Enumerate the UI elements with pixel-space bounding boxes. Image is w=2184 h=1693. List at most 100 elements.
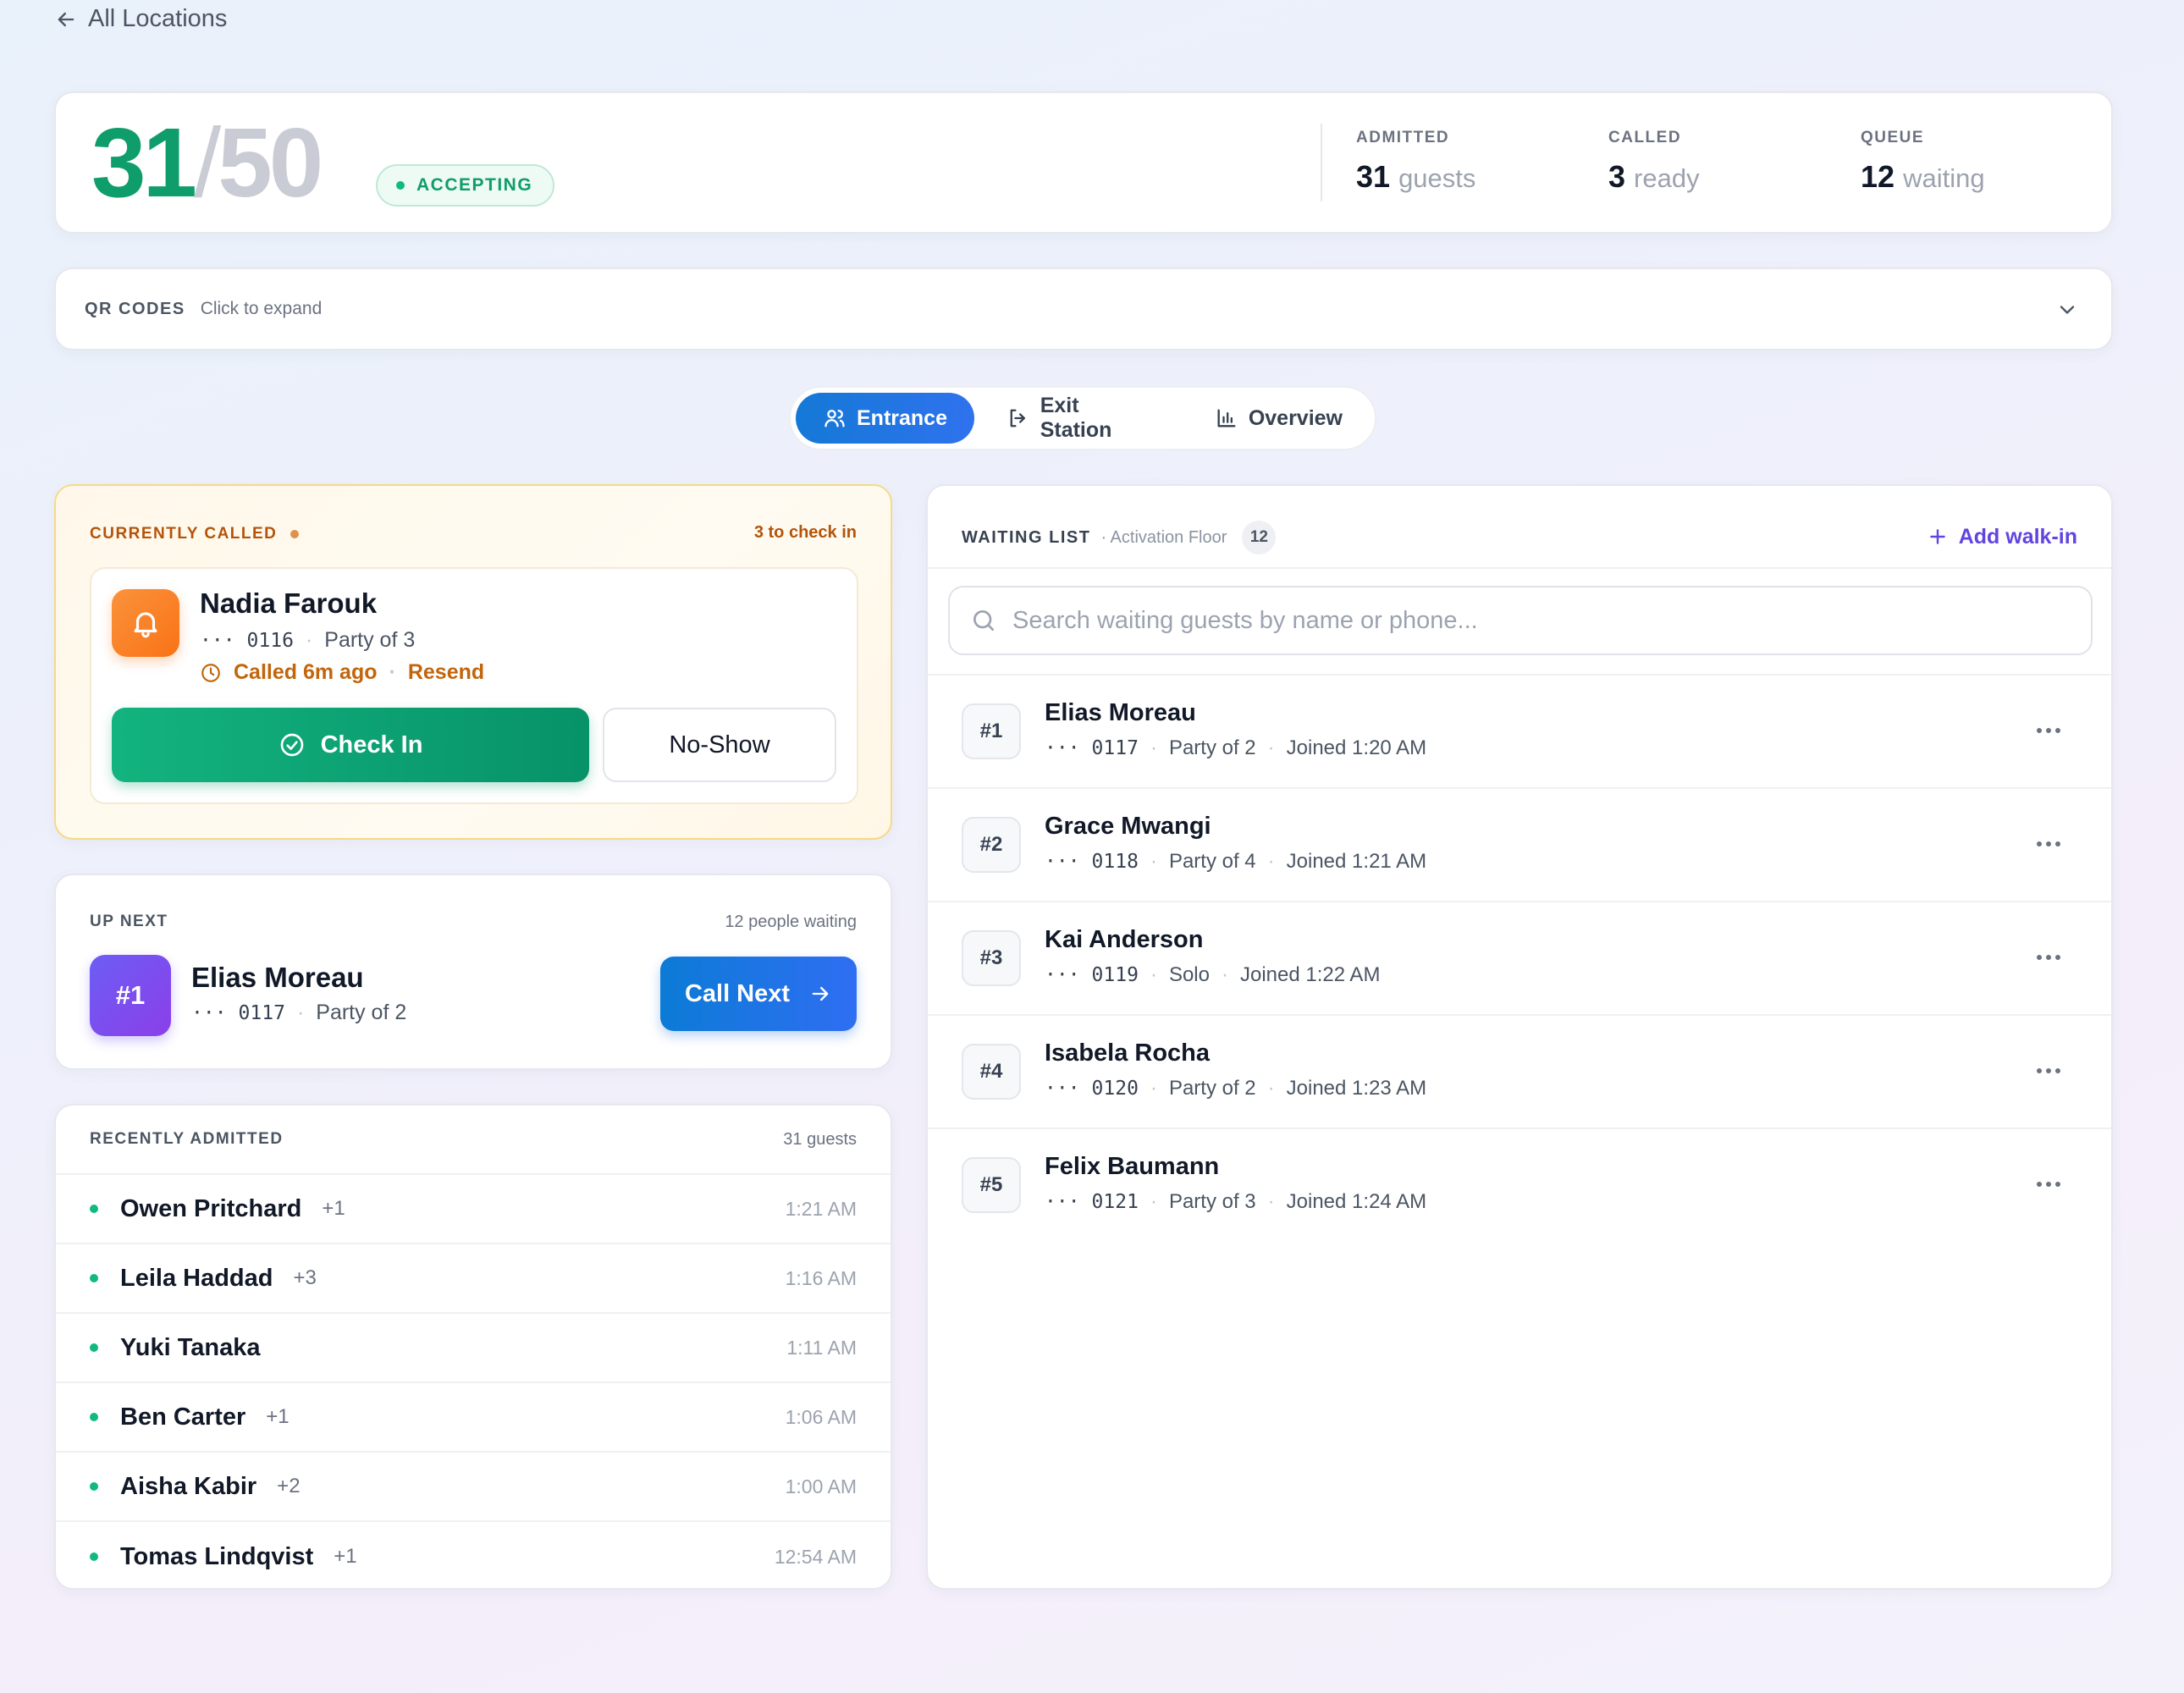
waiting-count-badge: 12 [1242,521,1277,554]
tab-entrance[interactable]: Entrance [796,393,974,444]
status-dot [290,530,300,538]
call-next-button[interactable]: Call Next [660,957,857,1031]
no-show-button[interactable]: No-Show [603,708,836,782]
qr-codes-title: QR CODES [85,299,185,318]
capacity-card: 31/50 ACCEPTING ADMITTED 31 guests CALLE… [54,91,2113,234]
resend-link[interactable]: Resend [408,660,484,685]
check-in-count: 3 to check in [753,523,857,542]
table-row[interactable]: #4 Isabela Rocha ··· 0120 · Party of 2 ·… [928,1016,2111,1129]
qr-codes-expander[interactable]: QR CODES Click to expand [54,267,2113,350]
guest-plus: +2 [277,1475,301,1497]
phone-suffix: 0121 [1091,1191,1139,1213]
status-dot [90,1482,98,1491]
table-row[interactable]: #1 Elias Moreau ··· 0117 · Party of 2 · … [928,676,2111,789]
guest-name: Grace Mwangi [1045,813,1211,840]
chevron-down-icon[interactable] [2055,298,2079,322]
guest-name: Owen Pritchard [120,1194,302,1222]
queue-position-badge: #1 [962,703,1021,759]
separator-dot: · [1267,736,1275,759]
joined-time: Joined 1:24 AM [1286,1190,1427,1213]
table-row[interactable]: #2 Grace Mwangi ··· 0118 · Party of 4 · … [928,789,2111,902]
party-size: Party of 2 [1168,1077,1256,1100]
bar-chart-icon [1217,409,1236,427]
more-options-icon[interactable] [2032,831,2065,857]
list-item[interactable]: Ben Carter +1 1:06 AM [56,1383,891,1453]
phone-mask: ··· [1045,737,1080,759]
status-badge-label: ACCEPTING [416,175,533,195]
called-ago: Called 6m ago [234,660,378,684]
search-input[interactable] [1012,606,2028,635]
tab-label: Overview [1248,405,1343,430]
bell-icon [112,589,179,657]
phone-suffix: 0116 [246,629,294,652]
queue-position-badge: #4 [962,1044,1021,1100]
party-size: Party of 2 [1168,736,1256,759]
queue-position-badge: #2 [962,817,1021,873]
tab-overview[interactable]: Overview [1188,393,1370,444]
back-link[interactable]: All Locations [54,5,227,33]
called-guest-details: ··· 0116 · Party of 3 [200,628,415,653]
guest-name: Tomas Lindqvist [120,1542,314,1570]
stat-label: ADMITTED [1356,129,1450,146]
guest-name: Yuki Tanaka [120,1333,261,1361]
search-icon [973,610,994,631]
more-options-icon[interactable] [2032,1172,2065,1197]
admitted-time: 1:21 AM [785,1197,857,1220]
more-options-icon[interactable] [2032,1058,2065,1084]
more-options-icon[interactable] [2032,945,2065,970]
stat-unit: waiting [1903,163,1985,193]
capacity-counter: 31/50 [91,113,323,212]
guest-details: ··· 0120 · Party of 2 · Joined 1:23 AM [1045,1077,1426,1100]
check-in-label: Check In [320,731,423,758]
phone-mask: ··· [1045,1078,1080,1100]
stat-unit: ready [1634,163,1700,193]
plus-icon [1929,529,1945,544]
separator-dot: · [1150,850,1157,873]
guest-name: Elias Moreau [1045,699,1196,726]
check-in-button[interactable]: Check In [112,708,589,782]
recently-admitted-title: RECENTLY ADMITTED [90,1130,284,1148]
party-size: Party of 3 [1168,1190,1256,1213]
stat-unit: guests [1398,163,1476,193]
table-row[interactable]: #5 Felix Baumann ··· 0121 · Party of 3 ·… [928,1129,2111,1243]
separator-dot: · [1150,1077,1157,1100]
admitted-count: 31 guests [783,1129,857,1149]
separator-dot: · [1267,850,1275,873]
status-dot [90,1274,98,1282]
status-dot [90,1343,98,1352]
party-size: Party of 4 [1168,850,1256,873]
waiting-list: #1 Elias Moreau ··· 0117 · Party of 2 · … [928,676,2111,1243]
stat-admitted: ADMITTED 31 guests [1356,129,1475,195]
guest-plus: +3 [293,1266,317,1289]
call-next-label: Call Next [684,979,791,1007]
separator-dot: · [1267,1077,1275,1100]
party-size: Solo [1168,963,1210,986]
list-item[interactable]: Owen Pritchard +1 1:21 AM [56,1175,891,1244]
called-time-row: Called 6m ago · Resend [200,660,484,685]
waiting-list-location: · Activation Floor [1100,527,1227,547]
table-row[interactable]: #3 Kai Anderson ··· 0119 · Solo · Joined… [928,902,2111,1016]
add-walk-in-button[interactable]: Add walk-in [1927,511,2077,562]
separator-dot: · [1150,736,1157,759]
guest-details: ··· 0118 · Party of 4 · Joined 1:21 AM [1045,850,1426,874]
station-tabs: Entrance Exit Station Overview [789,386,1376,450]
capacity-slash: / [194,108,221,218]
more-options-icon[interactable] [2032,718,2065,743]
guest-details: ··· 0119 · Solo · Joined 1:22 AM [1045,963,1380,987]
joined-time: Joined 1:22 AM [1239,963,1381,986]
phone-mask: ··· [1045,1191,1080,1213]
currently-called-header: CURRENTLY CALLED [90,525,300,543]
list-item[interactable]: Yuki Tanaka 1:11 AM [56,1314,891,1383]
capacity-max: 50 [218,108,323,218]
admitted-time: 1:11 AM [786,1336,857,1359]
tab-exit-station[interactable]: Exit Station [979,393,1183,444]
guest-plus: +1 [334,1545,357,1568]
search-box[interactable] [948,586,2093,655]
list-item[interactable]: Aisha Kabir +2 1:00 AM [56,1453,891,1522]
list-item[interactable]: Tomas Lindqvist +1 12:54 AM [56,1522,891,1588]
separator-dot: · [296,1001,305,1024]
list-item[interactable]: Leila Haddad +3 1:16 AM [56,1244,891,1314]
stat-value: 3 [1608,159,1626,194]
separator-dot: · [1221,963,1228,986]
guest-plus: +1 [266,1405,290,1428]
